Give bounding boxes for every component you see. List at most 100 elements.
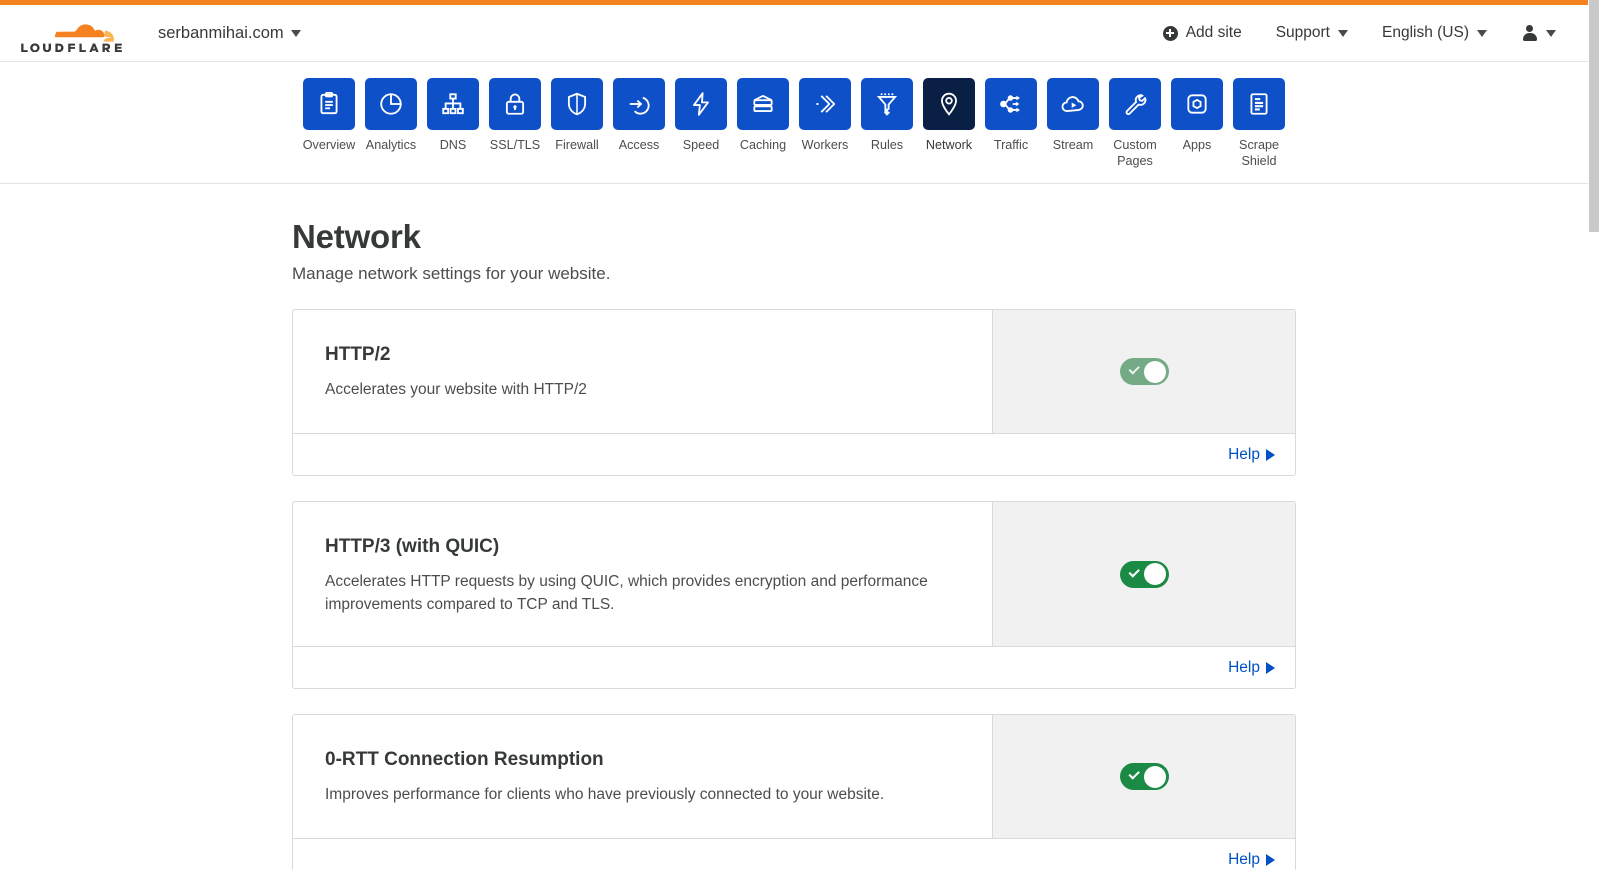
nav-label: DNS [439, 138, 467, 152]
sitemap-icon [442, 93, 464, 115]
support-menu[interactable]: Support [1276, 24, 1348, 42]
nav-label: Scrape Shield [1239, 138, 1279, 168]
nav-item-apps[interactable]: Apps [1171, 78, 1223, 183]
site-selector[interactable]: serbanmihai.com [158, 24, 301, 43]
card-control-panel [993, 502, 1295, 646]
scrollbar-thumb[interactable] [1589, 0, 1599, 232]
setting-card-http3: HTTP/3 (with QUIC) Accelerates HTTP requ… [292, 501, 1296, 689]
setting-title: HTTP/2 [325, 344, 391, 365]
help-label: Help [1228, 445, 1260, 463]
nav-item-custom-pages[interactable]: Custom Pages [1109, 78, 1161, 183]
nav-tile [1233, 78, 1285, 130]
page-scrollbar[interactable] [1588, 0, 1600, 870]
help-link[interactable]: Help [1228, 851, 1275, 869]
nav-item-network[interactable]: Network [923, 78, 975, 183]
nav-tile [1171, 78, 1223, 130]
cloudflare-logo[interactable] [18, 14, 126, 52]
nav-tile [303, 78, 355, 130]
check-icon [1128, 363, 1139, 375]
nav-item-caching[interactable]: Caching [737, 78, 789, 183]
nav-tile [923, 78, 975, 130]
lock-icon [505, 93, 525, 115]
setting-description: Accelerates your website with HTTP/2 [325, 381, 587, 398]
http3-toggle[interactable] [1119, 560, 1169, 588]
nav-label: Custom Pages [1113, 138, 1157, 168]
nav-tile [365, 78, 417, 130]
shield-icon [567, 92, 587, 116]
setting-title: 0-RTT Connection Resumption [325, 749, 604, 770]
document-icon [1250, 93, 1268, 115]
nav-tile [613, 78, 665, 130]
caret-right-icon [1266, 853, 1275, 866]
http2-toggle[interactable] [1119, 358, 1169, 385]
nav-item-scrape-shield[interactable]: Scrape Shield [1233, 78, 1285, 183]
setting-card-http2: HTTP/2 Accelerates your website with HTT… [292, 309, 1296, 476]
server-stack-icon [753, 94, 773, 112]
account-menu[interactable] [1521, 24, 1556, 42]
nav-label: Firewall [555, 138, 599, 152]
nav-item-speed[interactable]: Speed [675, 78, 727, 183]
nav-label: Apps [1182, 138, 1212, 152]
page-title: Network [292, 218, 421, 255]
nav-item-rules[interactable]: Rules [861, 78, 913, 183]
nav-item-ssl-tls[interactable]: SSL/TLS [489, 78, 541, 183]
chevrons-icon [816, 95, 836, 113]
nav-item-analytics[interactable]: Analytics [365, 78, 417, 183]
card-body: HTTP/2 Accelerates your website with HTT… [293, 310, 1295, 433]
lightning-bolt-icon [693, 92, 709, 116]
nav-label: SSL/TLS [489, 138, 541, 152]
site-name: serbanmihai.com [158, 23, 284, 42]
chevron-down-icon [1546, 29, 1556, 37]
map-pin-icon [941, 92, 957, 116]
nav-item-firewall[interactable]: Firewall [551, 78, 603, 183]
nav-tile [675, 78, 727, 130]
person-icon [1521, 24, 1538, 42]
card-text: HTTP/2 Accelerates your website with HTT… [293, 310, 993, 433]
section-navigation: Overview Analytics DNS SSL/TLS Firewall … [0, 62, 1588, 184]
nav-tile [799, 78, 851, 130]
check-icon [1128, 565, 1139, 577]
check-icon [1128, 768, 1139, 780]
cloud-play-icon [1061, 96, 1084, 112]
chevron-down-icon [1477, 29, 1487, 37]
card-footer: Help [293, 433, 1295, 475]
app-hexagon-icon [1187, 94, 1207, 114]
header-actions: Add site Support English (US) [1162, 24, 1556, 42]
card-control-panel [993, 310, 1295, 433]
setting-title: HTTP/3 (with QUIC) [325, 536, 500, 557]
add-site-button[interactable]: Add site [1162, 24, 1242, 42]
card-text: HTTP/3 (with QUIC) Accelerates HTTP requ… [293, 502, 993, 646]
nav-item-access[interactable]: Access [613, 78, 665, 183]
chevron-down-icon [290, 29, 301, 37]
card-body: 0-RTT Connection Resumption Improves per… [293, 715, 1295, 838]
nav-label: Analytics [365, 138, 417, 152]
nav-label: Rules [870, 138, 904, 152]
nav-tile [1047, 78, 1099, 130]
nav-item-overview[interactable]: Overview [303, 78, 355, 183]
nav-tile [861, 78, 913, 130]
zero-rtt-toggle[interactable] [1119, 763, 1169, 790]
nav-item-stream[interactable]: Stream [1047, 78, 1099, 183]
nav-item-workers[interactable]: Workers [799, 78, 851, 183]
help-link[interactable]: Help [1228, 446, 1275, 464]
nav-tile [737, 78, 789, 130]
nav-label: Network [925, 138, 973, 152]
nav-tile [1109, 78, 1161, 130]
nav-label: Overview [302, 138, 356, 152]
cloudflare-logo-icon [21, 24, 122, 52]
nav-item-traffic[interactable]: Traffic [985, 78, 1037, 183]
language-menu[interactable]: English (US) [1382, 24, 1487, 42]
nav-item-dns[interactable]: DNS [427, 78, 479, 183]
add-site-label: Add site [1185, 24, 1242, 41]
nav-tile [551, 78, 603, 130]
card-control-panel [993, 715, 1295, 838]
clipboard-icon [320, 92, 338, 115]
nav-tile-list: Overview Analytics DNS SSL/TLS Firewall … [303, 62, 1285, 183]
plus-circle-icon [1162, 25, 1178, 41]
help-link[interactable]: Help [1228, 659, 1275, 677]
nav-label: Speed [682, 138, 720, 152]
nav-tile [489, 78, 541, 130]
toggle-knob [1144, 563, 1166, 585]
caret-right-icon [1266, 661, 1275, 674]
nav-label: Workers [801, 138, 849, 152]
